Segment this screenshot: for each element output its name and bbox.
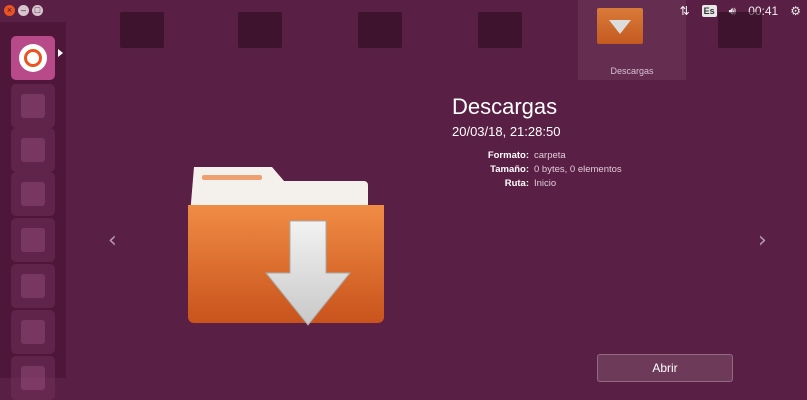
- carousel-thumb-downloads[interactable]: [597, 8, 643, 44]
- launcher-active-arrow-icon: [58, 49, 63, 57]
- carousel-thumb[interactable]: [120, 12, 164, 48]
- launcher-writer[interactable]: [11, 172, 55, 216]
- metadata-label: Ruta:: [504, 178, 529, 189]
- metadata-row-path: Ruta: Inicio: [452, 178, 622, 192]
- metadata-row-size: Tamaño: 0 bytes, 0 elementos: [452, 164, 622, 178]
- launcher: [0, 22, 66, 400]
- downloads-folder-icon: [188, 167, 384, 326]
- preview-subtitle: 20/03/18, 21:28:50: [452, 124, 561, 139]
- metadata-label: Formato:: [487, 150, 529, 161]
- carousel-thumb[interactable]: [718, 12, 762, 48]
- maximize-window-button[interactable]: □: [32, 5, 43, 16]
- metadata-value: Inicio: [534, 178, 557, 189]
- minimize-icon: –: [20, 5, 26, 15]
- metadata-value: 0 bytes, 0 elementos: [534, 164, 622, 175]
- launcher-firefox[interactable]: [11, 128, 55, 172]
- maximize-icon: □: [34, 5, 41, 15]
- launcher-impress[interactable]: [11, 264, 55, 308]
- preview-metadata: Formato: carpeta Tamaño: 0 bytes, 0 elem…: [452, 150, 622, 192]
- carousel-thumb[interactable]: [358, 12, 402, 48]
- metadata-value: carpeta: [534, 150, 566, 161]
- metadata-row-format: Formato: carpeta: [452, 150, 622, 164]
- ubuntu-logo-icon: [19, 44, 47, 72]
- preview-title: Descargas: [452, 94, 558, 119]
- previous-arrow-icon[interactable]: ‹: [108, 228, 117, 253]
- preview-carousel: Descargas: [66, 0, 807, 88]
- close-window-button[interactable]: ×: [4, 5, 15, 16]
- carousel-thumb[interactable]: [238, 12, 282, 48]
- launcher-amazon[interactable]: [11, 356, 55, 400]
- next-arrow-icon[interactable]: ›: [758, 228, 767, 253]
- launcher-software-center[interactable]: [11, 310, 55, 354]
- launcher-calc[interactable]: [11, 218, 55, 262]
- launcher-dash-home[interactable]: [11, 36, 55, 80]
- metadata-label: Tamaño:: [490, 164, 529, 175]
- carousel-thumb[interactable]: [478, 12, 522, 48]
- minimize-window-button[interactable]: –: [18, 5, 29, 16]
- launcher-files[interactable]: [11, 84, 55, 128]
- close-icon: ×: [6, 5, 13, 15]
- carousel-active-label: Descargas: [610, 66, 654, 76]
